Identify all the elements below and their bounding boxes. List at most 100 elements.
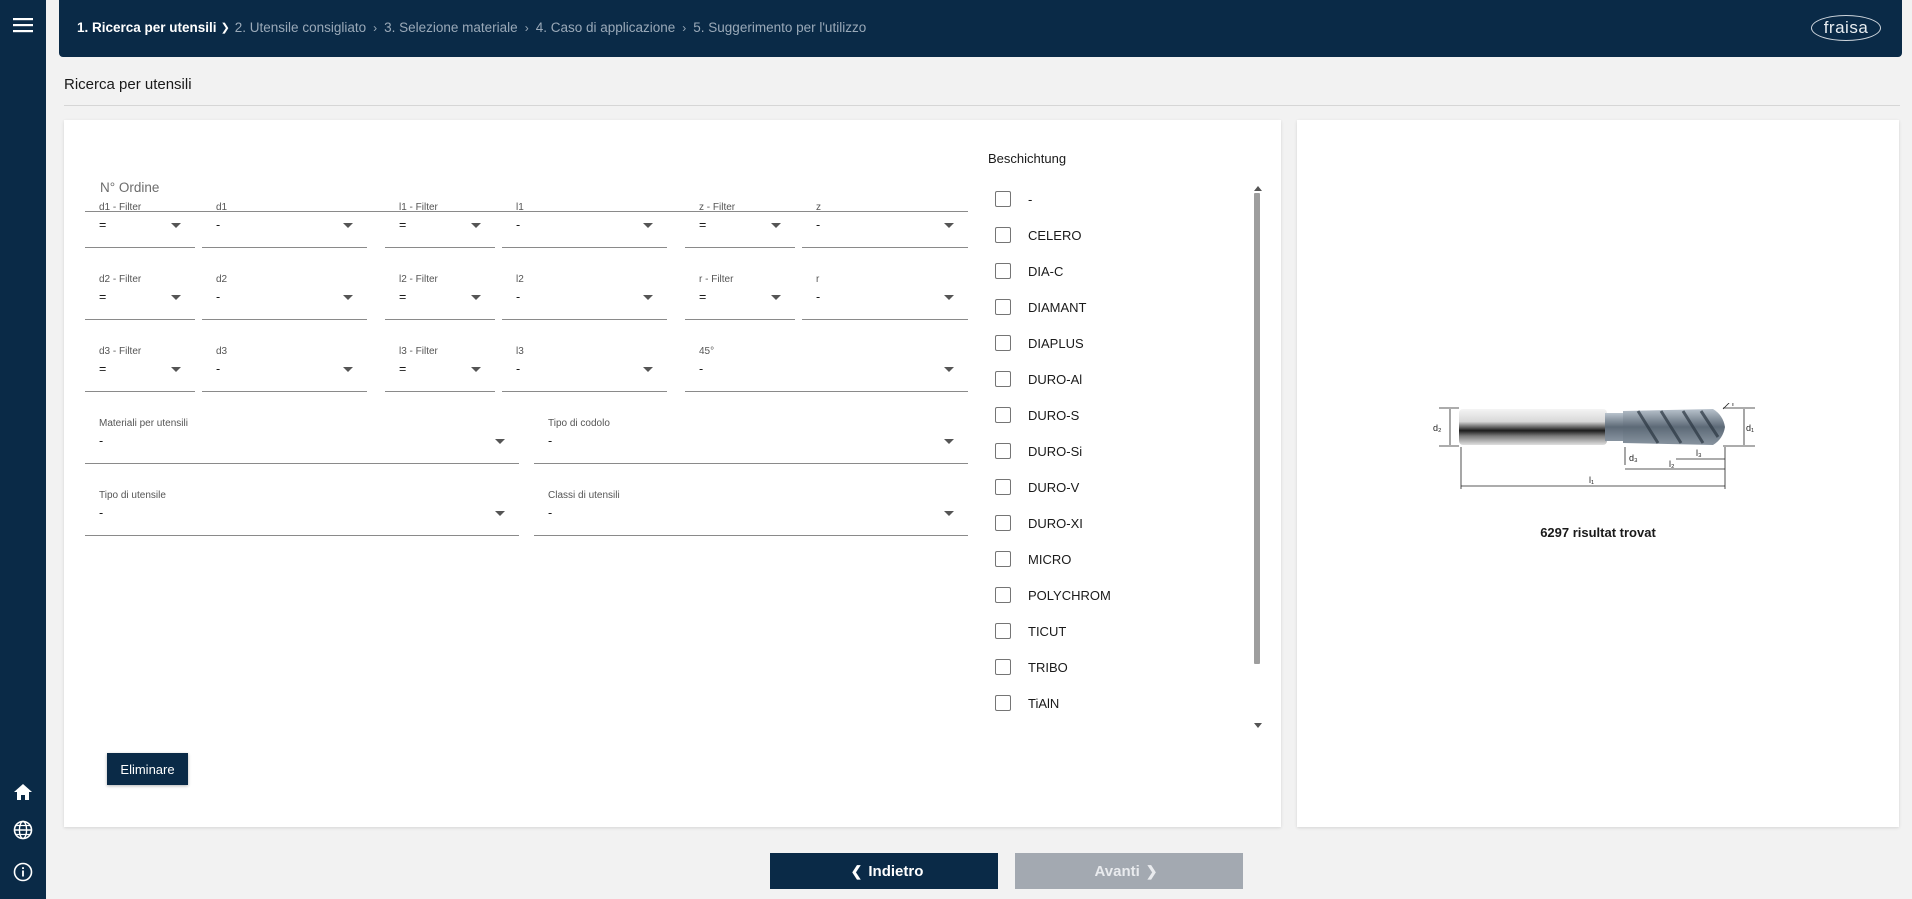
checkbox[interactable]	[995, 443, 1011, 459]
coating-title: Beschichtung	[988, 151, 1067, 166]
checkbox[interactable]	[995, 371, 1011, 387]
z-filter-select[interactable]: z - Filter =	[685, 202, 795, 248]
shank-type-select[interactable]: Tipo di codolo -	[534, 418, 968, 464]
checkbox[interactable]	[995, 191, 1011, 207]
checkbox[interactable]	[995, 659, 1011, 675]
step-5-usage-suggestion[interactable]: 5. Suggerimento per l'utilizzo	[693, 20, 866, 35]
dropdown-arrow-icon	[643, 223, 653, 228]
order-number-placeholder: N° Ordine	[100, 180, 160, 195]
coating-checkbox-polychrom[interactable]: POLYCHROM	[988, 583, 1111, 607]
chevron-down-icon[interactable]: ❯	[221, 21, 230, 34]
d3-filter-select[interactable]: d3 - Filter =	[85, 346, 195, 392]
checkbox[interactable]	[995, 623, 1011, 639]
coating-checkbox-none[interactable]: -	[988, 187, 1032, 211]
d2-filter-select[interactable]: d2 - Filter =	[85, 274, 195, 320]
results-count: 6297 risultat trovat	[1540, 525, 1656, 540]
coating-checkbox-duro-si[interactable]: DURO-Si	[988, 439, 1082, 463]
dropdown-arrow-icon	[944, 367, 954, 372]
checkbox[interactable]	[995, 587, 1011, 603]
checkbox[interactable]	[995, 299, 1011, 315]
tool-type-select[interactable]: Tipo di utensile -	[85, 490, 519, 536]
checkbox[interactable]	[995, 227, 1011, 243]
field-label: d3	[216, 346, 228, 357]
coating-checkbox-diamant[interactable]: DIAMANT	[988, 295, 1087, 319]
field-value: -	[548, 506, 553, 520]
coating-checkbox-ticut[interactable]: TICUT	[988, 619, 1066, 643]
step-1-tool-search[interactable]: 1. Ricerca per utensili	[77, 20, 217, 35]
coating-checkbox-micro[interactable]: MICRO	[988, 547, 1071, 571]
coating-checkbox-tialn[interactable]: TiAlN	[988, 691, 1059, 715]
scroll-up-arrow-icon[interactable]	[1254, 186, 1262, 191]
top-navigation: 1. Ricerca per utensili ❯ 2. Utensile co…	[59, 0, 1902, 57]
search-form-panel: N° Ordine d1 - Filter = d1 - l1 - Filter…	[64, 120, 1281, 827]
dropdown-arrow-icon	[495, 511, 505, 516]
field-label: z	[816, 202, 821, 213]
info-icon[interactable]	[11, 860, 35, 884]
r-filter-select[interactable]: r - Filter =	[685, 274, 795, 320]
field-value: =	[399, 290, 407, 304]
coating-checkbox-duro-s[interactable]: DURO-S	[988, 403, 1079, 427]
d1-filter-select[interactable]: d1 - Filter =	[85, 202, 195, 248]
angle-45-select[interactable]: 45° -	[685, 346, 968, 392]
step-2-recommended-tool[interactable]: 2. Utensile consigliato	[235, 20, 366, 35]
dropdown-arrow-icon	[471, 223, 481, 228]
l1-dimension-label: l₁	[1589, 475, 1594, 485]
coating-checkbox-diaplus[interactable]: DIAPLUS	[988, 331, 1084, 355]
checkbox[interactable]	[995, 263, 1011, 279]
checkbox[interactable]	[995, 515, 1011, 531]
dropdown-arrow-icon	[343, 223, 353, 228]
field-value: =	[399, 362, 407, 376]
coating-checkbox-duro-al[interactable]: DURO-Al	[988, 367, 1082, 391]
tool-class-select[interactable]: Classi di utensili -	[534, 490, 968, 536]
menu-icon[interactable]	[11, 13, 35, 37]
field-label: d1	[216, 202, 228, 213]
home-icon[interactable]	[11, 780, 35, 804]
step-3-material-selection[interactable]: 3. Selezione materiale	[384, 20, 518, 35]
clear-button[interactable]: Eliminare	[107, 753, 188, 785]
back-button[interactable]: ❮ Indietro	[770, 853, 998, 889]
field-value: -	[816, 218, 821, 232]
checkbox[interactable]	[995, 335, 1011, 351]
tool-material-select[interactable]: Materiali per utensili -	[85, 418, 519, 464]
coating-label: MICRO	[1028, 551, 1072, 567]
globe-icon[interactable]	[11, 818, 35, 842]
coating-label: POLYCHROM	[1028, 587, 1111, 603]
step-4-application-case[interactable]: 4. Caso di applicazione	[536, 20, 676, 35]
field-value: =	[699, 290, 707, 304]
checkbox[interactable]	[995, 479, 1011, 495]
l3-select[interactable]: l3 -	[502, 346, 667, 392]
l2-select[interactable]: l2 -	[502, 274, 667, 320]
coating-label: DURO-Si	[1028, 443, 1083, 459]
d3-select[interactable]: d3 -	[202, 346, 367, 392]
l3-filter-select[interactable]: l3 - Filter =	[385, 346, 495, 392]
coating-label: DURO-Al	[1028, 371, 1083, 387]
coating-label: TRIBO	[1028, 659, 1068, 675]
back-button-label: Indietro	[868, 862, 924, 880]
checkbox[interactable]	[995, 695, 1011, 711]
d1-select[interactable]: d1 -	[202, 202, 367, 248]
coating-checkbox-duro-xi[interactable]: DURO-XI	[988, 511, 1083, 535]
l1-filter-select[interactable]: l1 - Filter =	[385, 202, 495, 248]
field-value: -	[699, 362, 704, 376]
r-select[interactable]: r -	[802, 274, 968, 320]
coating-checkbox-tribo[interactable]: TRIBO	[988, 655, 1068, 679]
coating-checkbox-duro-v[interactable]: DURO-V	[988, 475, 1079, 499]
z-select[interactable]: z -	[802, 202, 968, 248]
scrollbar-thumb[interactable]	[1254, 193, 1260, 664]
coating-checkbox-dia-c[interactable]: DIA-C	[988, 259, 1063, 283]
d2-select[interactable]: d2 -	[202, 274, 367, 320]
l2-filter-select[interactable]: l2 - Filter =	[385, 274, 495, 320]
checkbox[interactable]	[995, 551, 1011, 567]
next-button[interactable]: Avanti ❯	[1015, 853, 1243, 889]
l1-select[interactable]: l1 -	[502, 202, 667, 248]
coating-label: DURO-V	[1028, 479, 1080, 495]
coating-label: DURO-XI	[1028, 515, 1083, 531]
dropdown-arrow-icon	[643, 367, 653, 372]
dropdown-arrow-icon	[171, 367, 181, 372]
scroll-down-arrow-icon[interactable]	[1254, 723, 1262, 728]
checkbox[interactable]	[995, 407, 1011, 423]
field-label: Tipo di utensile	[99, 490, 166, 501]
field-value: =	[399, 218, 407, 232]
end-mill-drawing: d₂ d₁ r d₃ l₃ l₂ l₁	[1433, 403, 1755, 489]
coating-checkbox-celero[interactable]: CELERO	[988, 223, 1081, 247]
